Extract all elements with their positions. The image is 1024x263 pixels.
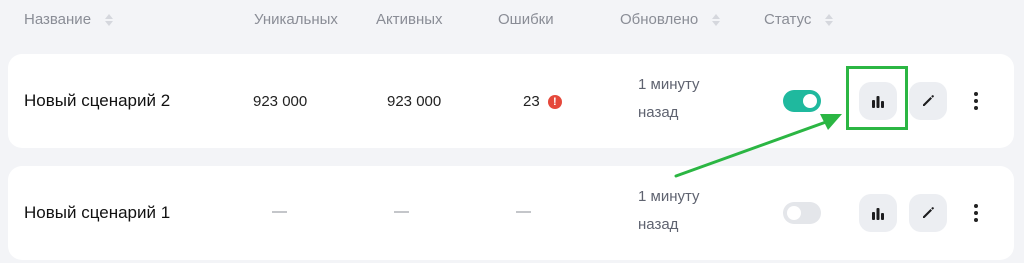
annotation-arrow-icon [674, 114, 842, 178]
